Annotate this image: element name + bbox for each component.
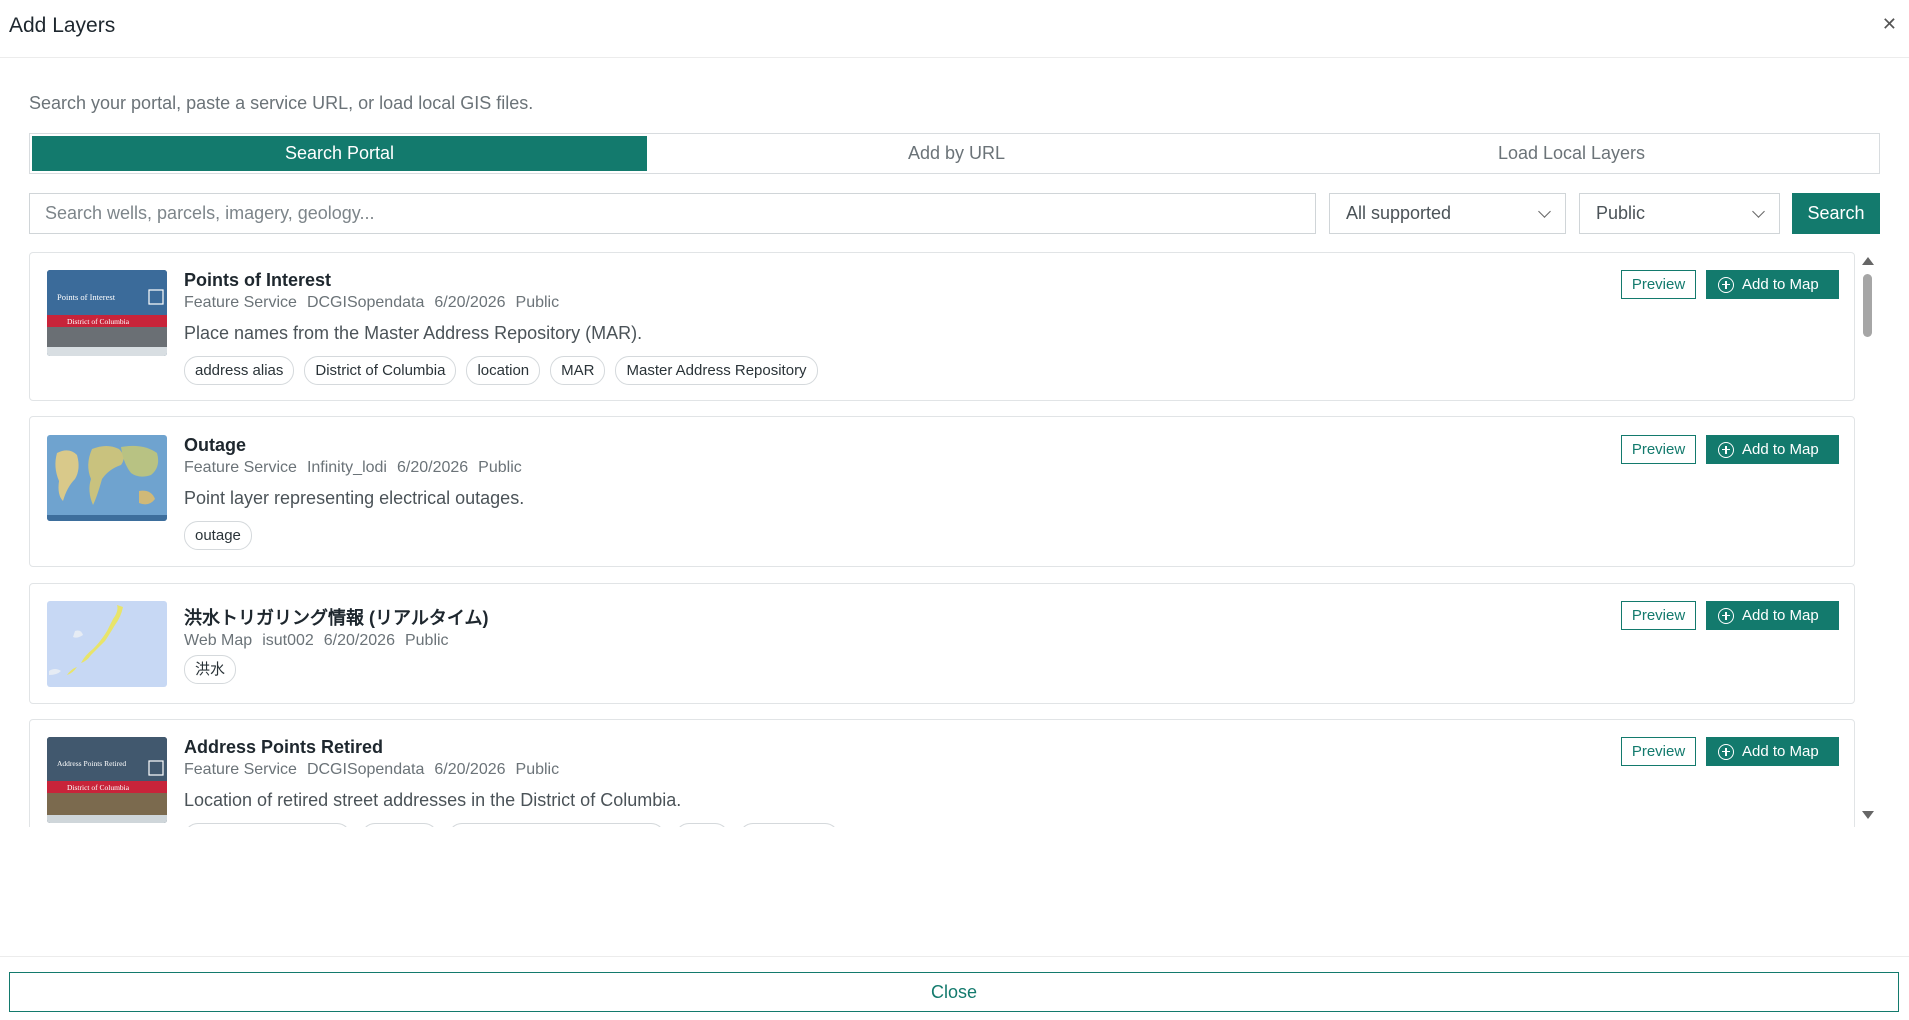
item-date: 6/20/2026: [323, 632, 395, 649]
item-thumbnail: Points of Interest District of Columbia: [47, 270, 167, 356]
item-meta: Web Map isut002 6/20/2026 Public: [184, 632, 459, 650]
item-type: Feature Service: [184, 294, 297, 311]
item-meta: Feature Service DCGISopendata 6/20/2026 Pub…: [184, 294, 569, 312]
dialog-title: Add Layers: [9, 14, 116, 37]
access-filter-value: Public: [1596, 203, 1646, 223]
tab-add-by-url[interactable]: Add by URL: [649, 134, 1264, 173]
item-access: Public: [478, 459, 522, 476]
search-button[interactable]: Search: [1792, 193, 1880, 234]
access-filter-select[interactable]: Public: [1579, 193, 1780, 234]
tag[interactable]: outage: [184, 521, 252, 550]
tag[interactable]: 洪水: [184, 655, 237, 684]
preview-button[interactable]: Preview: [1621, 435, 1696, 464]
item-date: 6/20/2026: [396, 459, 469, 476]
item-tags: 洪水: [184, 655, 237, 684]
item-thumbnail: [47, 435, 167, 521]
plus-circle-icon: [1718, 743, 1734, 760]
scroll-down-arrow-icon[interactable]: [1862, 811, 1874, 819]
tag[interactable]: [675, 823, 729, 827]
item-meta: Feature Service Infinity_lodi 6/20/2026 Pub…: [184, 459, 532, 477]
item-access: Public: [404, 632, 449, 649]
item-thumbnail: [47, 601, 167, 687]
item-meta: Feature Service DCGISopendata 6/20/2026 Pub…: [184, 761, 569, 779]
item-title[interactable]: Outage: [184, 435, 246, 456]
chevron-down-icon: [1752, 204, 1765, 218]
dialog-subtitle: Search your portal, paste a service URL,…: [29, 93, 534, 113]
item-tags: [184, 823, 839, 827]
tag[interactable]: [361, 823, 438, 827]
tag[interactable]: address alias: [184, 356, 295, 385]
preview-button[interactable]: Preview: [1621, 601, 1696, 630]
add-to-map-label: Add to Map: [1742, 441, 1819, 458]
item-access: Public: [515, 294, 560, 311]
tab-bar: Search Portal Add by URL Load Local Laye…: [29, 133, 1880, 174]
item-type: Feature Service: [184, 459, 297, 476]
preview-button[interactable]: Preview: [1621, 270, 1696, 299]
add-to-map-button[interactable]: Add to Map: [1706, 270, 1839, 299]
plus-circle-icon: [1718, 441, 1734, 458]
thumb-text: Points of Interest: [57, 292, 116, 302]
item-description: Place names from the Master Address Repo…: [184, 323, 643, 343]
add-to-map-label: Add to Map: [1742, 276, 1819, 293]
item-date: 6/20/2026: [434, 294, 506, 311]
tag[interactable]: [448, 823, 665, 827]
list-item: 洪水トリガリング情報 (リアルタイム) Web Map isut002 6/20/2…: [29, 583, 1855, 704]
item-owner: DCGISopendata: [306, 294, 425, 311]
item-date: 6/20/2026: [434, 761, 506, 778]
list-item: Points of Interest District of Columbia …: [29, 252, 1855, 401]
tag[interactable]: MAR: [550, 356, 606, 385]
scroll-up-arrow-icon[interactable]: [1862, 257, 1874, 265]
item-title[interactable]: Address Points Retired: [184, 737, 383, 758]
dialog-header: Add Layers ✕: [0, 0, 1909, 58]
search-row: All supported Public Search: [29, 193, 1880, 234]
results-scrollbar[interactable]: [1860, 252, 1874, 827]
item-owner: isut002: [262, 632, 314, 649]
add-to-map-button[interactable]: Add to Map: [1706, 737, 1839, 766]
tag[interactable]: [739, 823, 839, 827]
search-input[interactable]: [29, 193, 1316, 234]
item-title[interactable]: Points of Interest: [184, 270, 331, 291]
item-description: Location of retired street addresses in …: [184, 790, 682, 810]
item-access: Public: [515, 761, 560, 778]
item-type: Web Map: [184, 632, 253, 649]
add-to-map-label: Add to Map: [1742, 743, 1819, 760]
preview-button[interactable]: Preview: [1621, 737, 1696, 766]
tag[interactable]: [184, 823, 351, 827]
tag[interactable]: District of Columbia: [304, 356, 457, 385]
tag[interactable]: location: [466, 356, 541, 385]
item-type: Feature Service: [184, 761, 297, 778]
list-item: Outage Feature Service Infinity_lodi 6/20/…: [29, 416, 1855, 567]
item-tags: address alias District of Columbia locat…: [184, 356, 818, 385]
add-to-map-label: Add to Map: [1742, 607, 1819, 624]
thumb-text: Address Points Retired: [57, 759, 126, 768]
tag[interactable]: Master Address Repository: [615, 356, 818, 385]
item-owner: DCGISopendata: [306, 761, 425, 778]
type-filter-select[interactable]: All supported: [1329, 193, 1566, 234]
close-button[interactable]: Close: [9, 972, 1899, 1012]
plus-circle-icon: [1718, 607, 1734, 624]
add-to-map-button[interactable]: Add to Map: [1706, 435, 1839, 464]
add-to-map-button[interactable]: Add to Map: [1706, 601, 1839, 630]
plus-circle-icon: [1718, 276, 1734, 293]
tab-search-portal[interactable]: Search Portal: [32, 136, 647, 171]
results-list: Points of Interest District of Columbia …: [29, 252, 1856, 827]
close-icon[interactable]: ✕: [1882, 15, 1897, 33]
chevron-down-icon: [1538, 204, 1551, 218]
item-owner: Infinity_lodi: [306, 459, 387, 476]
scrollbar-thumb[interactable]: [1863, 274, 1872, 337]
thumb-sub: District of Columbia: [67, 317, 130, 326]
item-tags: outage: [184, 521, 252, 550]
type-filter-value: All supported: [1346, 203, 1452, 223]
tab-load-local-layers[interactable]: Load Local Layers: [1264, 134, 1879, 173]
item-thumbnail: Address Points Retired District of Colum…: [47, 737, 167, 823]
item-description: Point layer representing electrical outa…: [184, 488, 525, 508]
thumb-sub: District of Columbia: [67, 783, 130, 792]
item-title[interactable]: 洪水トリガリング情報 (リアルタイム): [184, 604, 488, 630]
list-item: Address Points Retired District of Colum…: [29, 719, 1855, 827]
